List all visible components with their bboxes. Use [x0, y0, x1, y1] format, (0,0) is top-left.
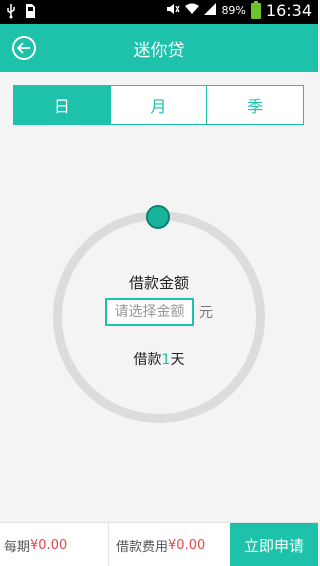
amount-label: 借款金额 [128, 274, 189, 292]
days-prefix: 借款 [133, 352, 162, 368]
title-bar: 迷你贷 [0, 24, 318, 72]
fee-value: ¥0.00 [168, 537, 206, 553]
battery-icon [250, 0, 261, 19]
fee-label: 借款费用 [116, 539, 169, 555]
period-tabs: 日 月 季 [13, 85, 304, 125]
tab-day[interactable]: 日 [14, 86, 111, 124]
wifi-icon [185, 3, 200, 18]
tab-month[interactable]: 月 [111, 86, 208, 124]
period-payment: 每期 ¥0.00 [4, 523, 67, 566]
period-value: ¥0.00 [30, 537, 68, 553]
amount-row: 元 [105, 298, 213, 326]
bottom-divider [108, 523, 109, 566]
battery-percent: 89% [221, 4, 246, 17]
bottom-bar: 每期 ¥0.00 借款费用 ¥0.00 立即申请 [0, 522, 318, 566]
tab-season[interactable]: 季 [207, 86, 303, 124]
apply-button[interactable]: 立即申请 [230, 523, 318, 566]
sd-card-icon [24, 3, 36, 23]
days-suffix: 天 [170, 352, 185, 368]
mute-icon [166, 3, 181, 18]
page-title: 迷你贷 [133, 41, 185, 61]
clock: 16:34 [265, 1, 312, 20]
loan-fee: 借款费用 ¥0.00 [116, 523, 205, 566]
amount-input[interactable] [105, 298, 194, 326]
signal-icon [204, 3, 217, 18]
loan-days: 借款1天 [0, 349, 318, 369]
dial-knob[interactable] [146, 205, 170, 229]
usb-icon [6, 3, 16, 23]
amount-unit: 元 [199, 305, 213, 321]
status-bar: 89% 16:34 [0, 0, 318, 24]
period-label: 每期 [4, 539, 31, 555]
